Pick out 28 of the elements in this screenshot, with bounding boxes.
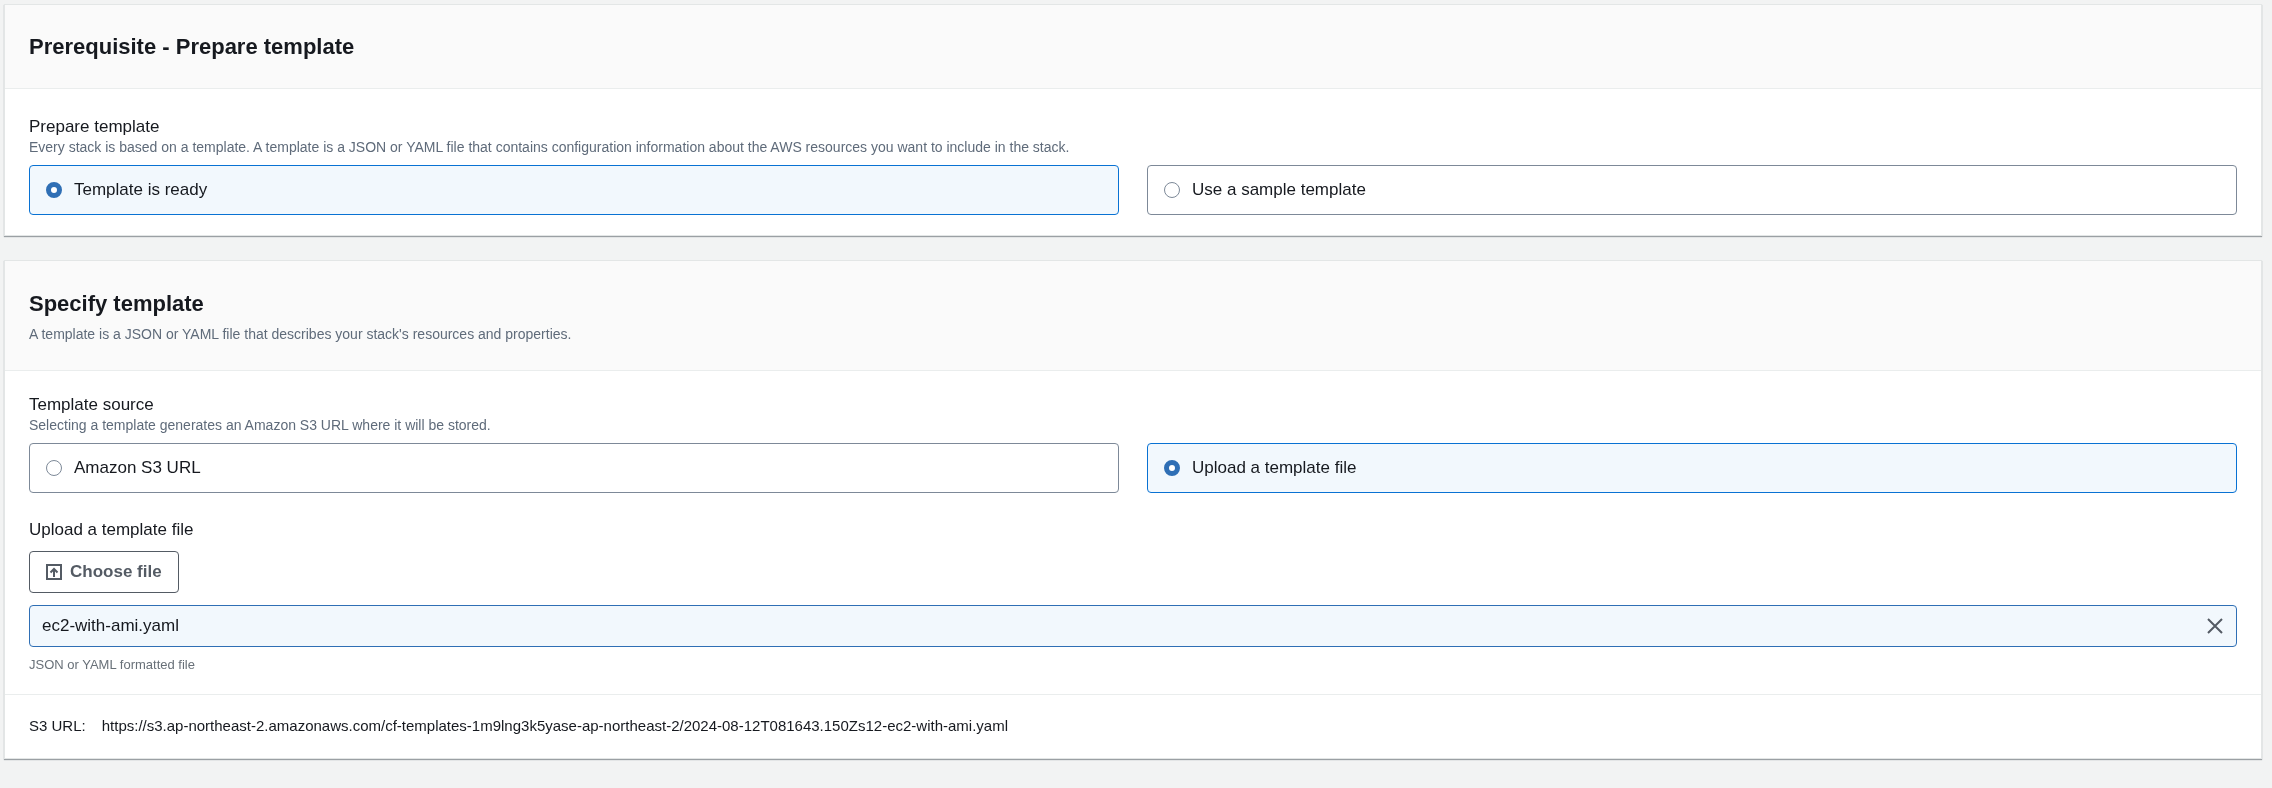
- field-label: Upload a template file: [29, 519, 195, 541]
- panel-subtitle: A template is a JSON or YAML file that describes your stack's resources and properties.: [29, 324, 573, 344]
- radio-button[interactable]: [46, 182, 62, 198]
- radio-tile[interactable]: Template is ready: [29, 165, 1119, 215]
- radio-tile[interactable]: Upload a template file: [1147, 443, 2237, 493]
- radio-button[interactable]: [1164, 460, 1180, 476]
- choose-file-button[interactable]: Choose file: [29, 550, 179, 593]
- field-description: Every stack is based on a template. A template is a JSON or YAML file that contains configuration information about the AWS resources you want to include in the stack.: [29, 138, 1071, 157]
- radio-button[interactable]: [1164, 182, 1180, 198]
- field-hint: JSON or YAML formatted file: [29, 655, 196, 674]
- option-label: Amazon S3 URL: [74, 457, 201, 480]
- radio-tile[interactable]: Amazon S3 URL: [29, 443, 1119, 493]
- s3-url: https://s3.ap-northeast-2.amazonaws.com/cf-templates-1m9lng3k5yase-ap-northeast-2/2024-08-12T081643.150Zs12-ec2-with-ami.yaml: [101, 716, 1008, 736]
- file-name-field[interactable]: ec2-with-ami.yaml: [29, 604, 2237, 647]
- panel-title: Prerequisite - Prepare template: [29, 33, 355, 61]
- field-label: Prepare template: [29, 117, 161, 137]
- s3-url-label: S3 URL:: [29, 716, 86, 736]
- option-label: Upload a template file: [1192, 457, 1357, 480]
- close-icon[interactable]: [2206, 616, 2224, 635]
- field-description: Selecting a template generates an Amazon S3 URL where it will be stored.: [29, 416, 492, 435]
- option-label: Template is ready: [74, 179, 208, 202]
- panel-title: Specify template: [29, 289, 205, 318]
- upload-icon: [46, 563, 62, 580]
- radio-tile[interactable]: Use a sample template: [1147, 165, 2237, 215]
- field-label: Template source: [29, 395, 155, 415]
- file-name: ec2-with-ami.yaml: [42, 614, 179, 637]
- option-label: Use a sample template: [1192, 179, 1366, 202]
- radio-button[interactable]: [46, 460, 62, 476]
